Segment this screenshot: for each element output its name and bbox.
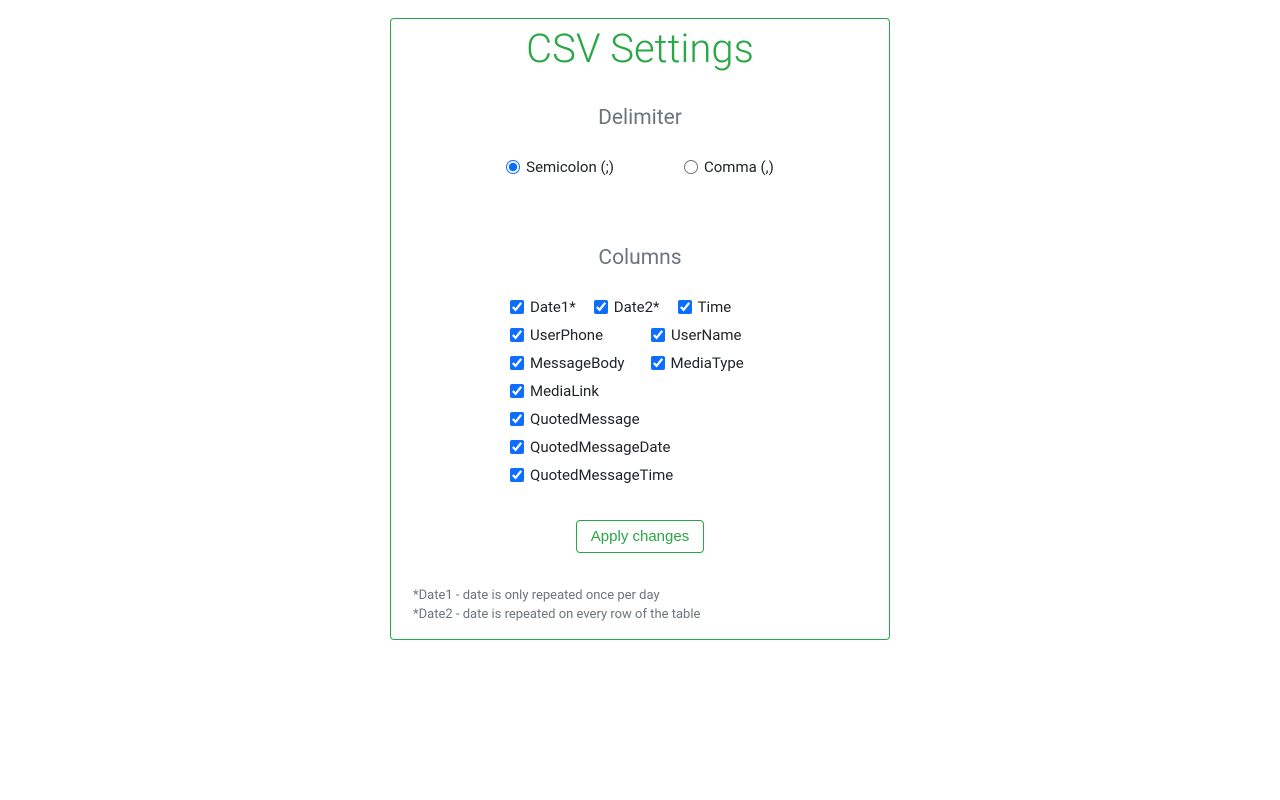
columns-row: UserPhone UserName [510, 326, 770, 344]
column-quotedmessage-checkbox[interactable] [510, 412, 524, 426]
column-messagebody[interactable]: MessageBody [510, 354, 625, 372]
delimiter-comma-label: Comma (,) [704, 158, 774, 176]
delimiter-heading: Delimiter [411, 106, 869, 130]
column-time-label: Time [698, 298, 732, 316]
column-medialink-label: MediaLink [530, 382, 599, 400]
column-userphone[interactable]: UserPhone [510, 326, 603, 344]
columns-row: MessageBody MediaType [510, 354, 770, 372]
column-mediatype-checkbox[interactable] [651, 356, 665, 370]
column-date1-checkbox[interactable] [510, 300, 524, 314]
column-date1-label: Date1* [530, 298, 576, 316]
column-mediatype[interactable]: MediaType [651, 354, 744, 372]
column-time[interactable]: Time [678, 298, 732, 316]
footnote-date2: *Date2 - date is repeated on every row o… [413, 606, 869, 625]
columns-row: QuotedMessage [510, 410, 770, 428]
column-mediatype-label: MediaType [671, 354, 744, 372]
column-date2-label: Date2* [614, 298, 660, 316]
delimiter-semicolon[interactable]: Semicolon (;) [506, 158, 614, 176]
column-medialink[interactable]: MediaLink [510, 382, 599, 400]
delimiter-options: Semicolon (;) Comma (,) [411, 158, 869, 176]
column-quotedmessagetime-label: QuotedMessageTime [530, 466, 673, 484]
columns-row: QuotedMessageTime [510, 466, 770, 484]
column-userphone-checkbox[interactable] [510, 328, 524, 342]
page-title: CSV Settings [411, 25, 869, 72]
column-date1[interactable]: Date1* [510, 298, 576, 316]
footnote-date1: *Date1 - date is only repeated once per … [413, 587, 869, 606]
column-messagebody-label: MessageBody [530, 354, 625, 372]
column-date2-checkbox[interactable] [594, 300, 608, 314]
column-username-checkbox[interactable] [651, 328, 665, 342]
csv-settings-panel: CSV Settings Delimiter Semicolon (;) Com… [390, 18, 890, 640]
column-username-label: UserName [671, 326, 741, 344]
apply-changes-button[interactable]: Apply changes [576, 520, 704, 553]
columns-heading: Columns [411, 246, 869, 270]
column-quotedmessage[interactable]: QuotedMessage [510, 410, 640, 428]
column-date2[interactable]: Date2* [594, 298, 660, 316]
column-quotedmessage-label: QuotedMessage [530, 410, 640, 428]
delimiter-comma-radio[interactable] [684, 160, 698, 174]
footnotes: *Date1 - date is only repeated once per … [411, 587, 869, 625]
column-messagebody-checkbox[interactable] [510, 356, 524, 370]
column-quotedmessagedate-checkbox[interactable] [510, 440, 524, 454]
delimiter-comma[interactable]: Comma (,) [684, 158, 774, 176]
delimiter-semicolon-label: Semicolon (;) [526, 158, 614, 176]
columns-row: Date1* Date2* Time [510, 298, 770, 316]
column-username[interactable]: UserName [651, 326, 741, 344]
delimiter-semicolon-radio[interactable] [506, 160, 520, 174]
columns-list: Date1* Date2* Time UserPhone UserName [510, 298, 770, 484]
column-quotedmessagetime[interactable]: QuotedMessageTime [510, 466, 673, 484]
column-quotedmessagetime-checkbox[interactable] [510, 468, 524, 482]
column-userphone-label: UserPhone [530, 326, 603, 344]
columns-row: QuotedMessageDate [510, 438, 770, 456]
column-quotedmessagedate-label: QuotedMessageDate [530, 438, 670, 456]
column-quotedmessagedate[interactable]: QuotedMessageDate [510, 438, 670, 456]
columns-row: MediaLink [510, 382, 770, 400]
column-time-checkbox[interactable] [678, 300, 692, 314]
column-medialink-checkbox[interactable] [510, 384, 524, 398]
